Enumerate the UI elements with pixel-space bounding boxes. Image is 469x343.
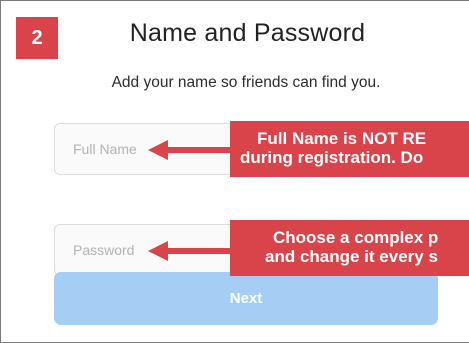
- password-callout-line-2: and change it every s: [265, 247, 438, 266]
- full-name-callout: Full Name is NOT RE during registration.…: [230, 121, 469, 177]
- password-callout-line-1: Choose a complex p: [273, 228, 439, 247]
- left-arrow-icon: [148, 140, 232, 160]
- page-subtitle: Add your name so friends can find you.: [111, 74, 381, 91]
- password-callout: Choose a complex p and change it every s: [230, 220, 469, 276]
- full-name-callout-line-2: during registration. Do: [240, 148, 424, 167]
- page-title: Name and Password: [129, 19, 366, 47]
- full-name-callout-line-1: Full Name is NOT RE: [257, 129, 427, 148]
- next-button[interactable]: Next: [54, 272, 438, 325]
- left-arrow-icon: [148, 241, 232, 261]
